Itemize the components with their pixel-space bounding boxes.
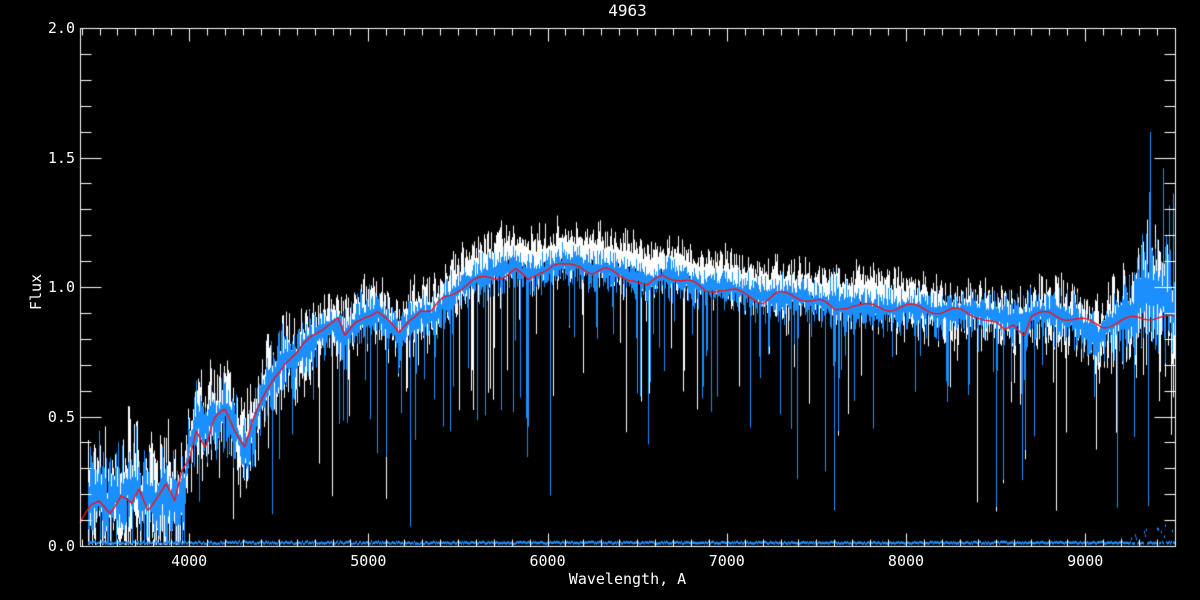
spectrum-viewer: 4963 Wavelength, A Flux 0.00.51.01.52.0 … [0, 0, 1200, 600]
x-tick-label: 4000 [159, 552, 219, 570]
y-tick-label: 0.0 [15, 537, 75, 555]
x-tick-label: 7000 [697, 552, 757, 570]
y-tick-label: 2.0 [15, 19, 75, 37]
y-tick-label: 0.5 [15, 408, 75, 426]
x-tick-label: 6000 [518, 552, 578, 570]
x-tick-label: 9000 [1055, 552, 1115, 570]
x-axis-label: Wavelength, A [80, 571, 1175, 587]
x-tick-label: 5000 [338, 552, 398, 570]
y-tick-label: 1.0 [15, 278, 75, 296]
x-tick-label: 8000 [876, 552, 936, 570]
plot-title: 4963 [80, 3, 1175, 19]
y-tick-label: 1.5 [15, 149, 75, 167]
spectrum-plot-canvas [0, 0, 1200, 600]
